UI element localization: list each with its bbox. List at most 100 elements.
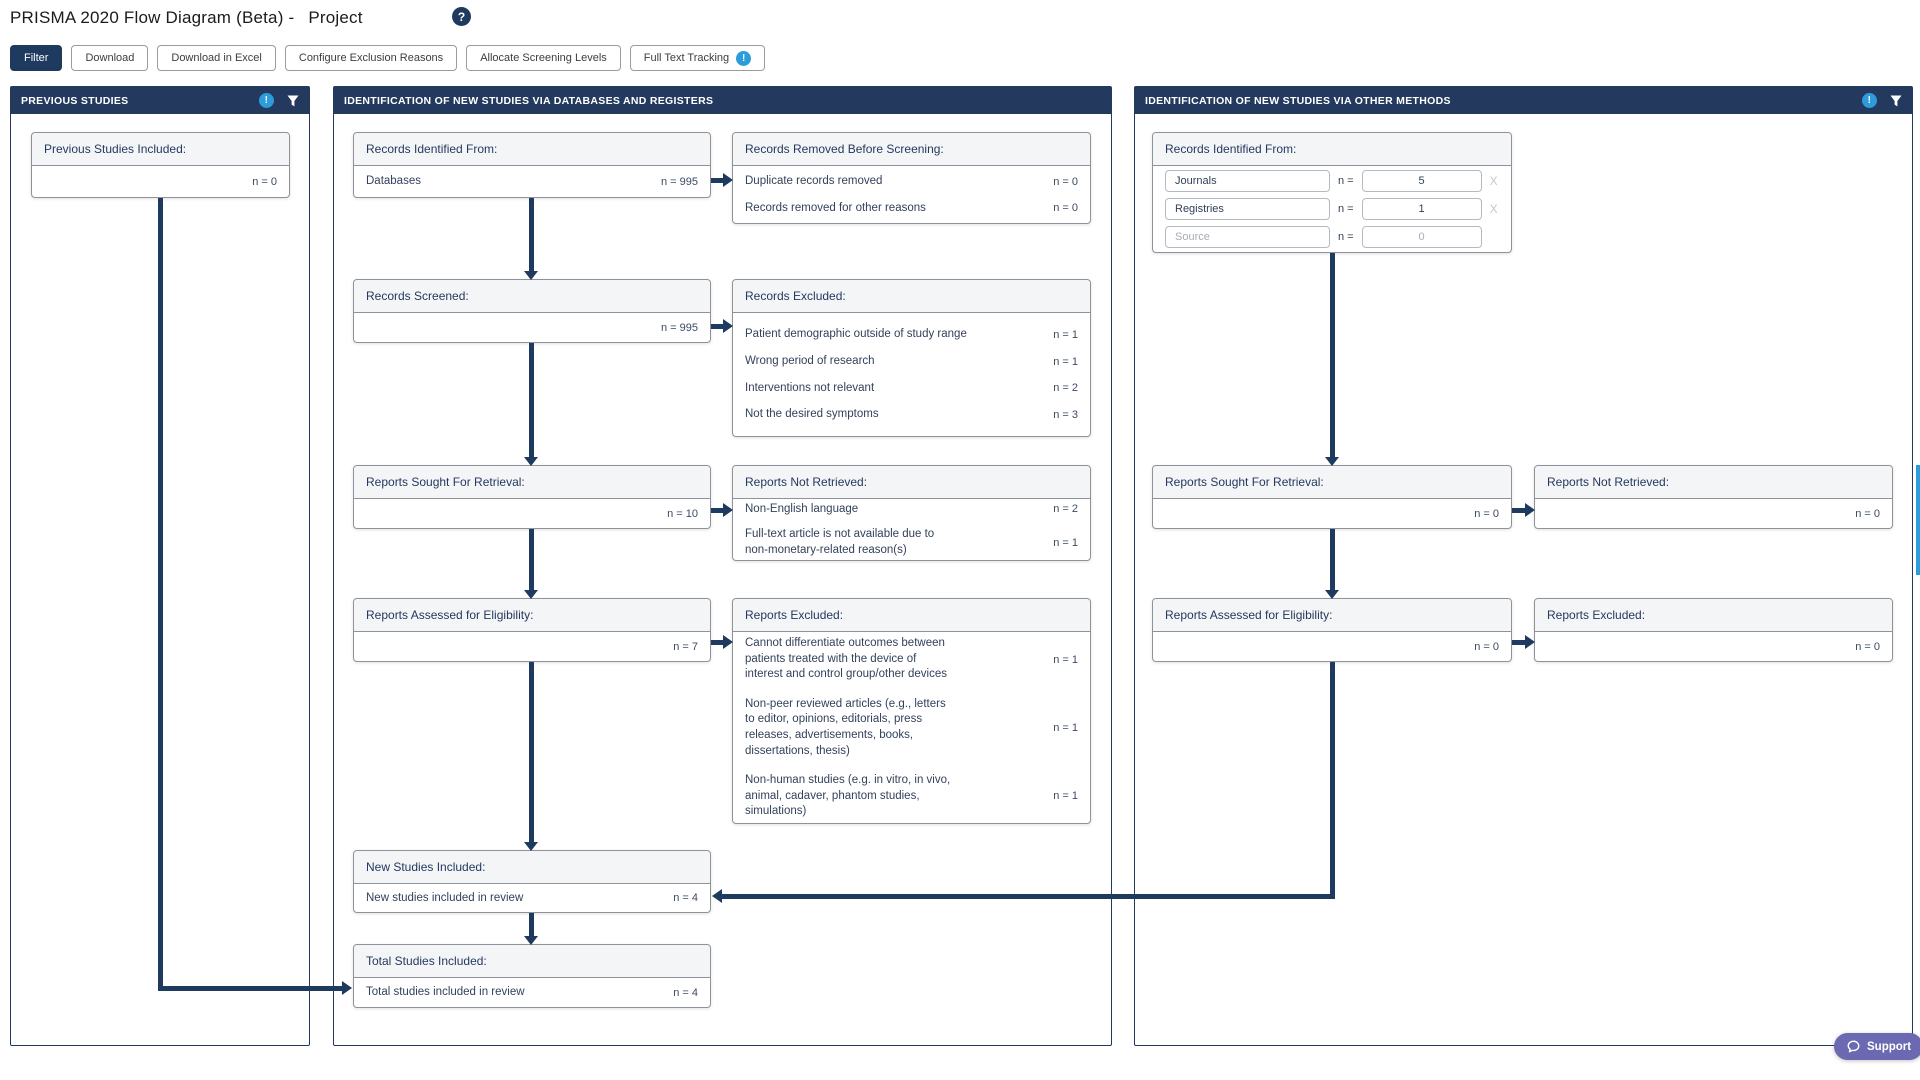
arrow-head-icon — [723, 635, 733, 649]
box-title: Reports Assessed for Eligibility: — [1153, 599, 1511, 632]
arrow-head-icon — [524, 457, 538, 466]
box-other-reports-not-retrieved: Reports Not Retrieved: n = 0 — [1534, 465, 1893, 529]
support-label: Support — [1867, 1040, 1912, 1053]
source-count-input[interactable] — [1361, 226, 1482, 248]
page-title-text: PRISMA 2020 Flow Diagram (Beta) - — [10, 8, 295, 27]
panel-previous-studies-title: PREVIOUS STUDIES — [21, 94, 129, 107]
arrow-head-icon — [342, 981, 352, 995]
box-other-reports-excluded: Reports Excluded: n = 0 — [1534, 598, 1893, 662]
source-count-input[interactable] — [1361, 198, 1482, 220]
source-count-input[interactable] — [1361, 170, 1482, 192]
n-value: n = 7 — [673, 641, 698, 653]
n-value: n = 0 — [1053, 202, 1078, 215]
n-value: n = 995 — [660, 175, 698, 188]
page-title: PRISMA 2020 Flow Diagram (Beta) - Project — [10, 8, 363, 28]
support-button[interactable]: Support — [1834, 1033, 1920, 1060]
n-value: n = 1 — [1053, 790, 1078, 803]
arrow-head-icon — [712, 889, 722, 903]
box-records-screened: Records Screened: n = 995 — [353, 279, 711, 343]
filter-button[interactable]: Filter — [10, 45, 63, 71]
flow-arrow — [1512, 640, 1526, 645]
n-value: n = 1 — [1053, 653, 1078, 666]
arrow-head-icon — [524, 271, 538, 280]
arrow-head-icon — [723, 503, 733, 517]
n-value: n = 0 — [1474, 641, 1499, 653]
box-other-reports-assessed: Reports Assessed for Eligibility: n = 0 — [1152, 598, 1512, 662]
box-title: Records Removed Before Screening: — [733, 133, 1090, 166]
download-excel-button[interactable]: Download in Excel — [157, 45, 276, 71]
box-records-identified-from: Records Identified From: Databases n = 9… — [353, 132, 711, 198]
flow-arrow — [1330, 529, 1335, 591]
flow-connector — [722, 894, 1335, 899]
arrow-head-icon — [723, 173, 733, 187]
n-value: n = 3 — [1053, 408, 1078, 421]
panel-header-icons: ! — [259, 93, 299, 108]
box-title: Reports Not Retrieved: — [1535, 466, 1892, 499]
n-value: n = 2 — [1053, 503, 1078, 516]
configure-exclusion-reasons-button[interactable]: Configure Exclusion Reasons — [284, 45, 458, 71]
source-name-input[interactable] — [1165, 226, 1330, 248]
source-row: n = X — [1165, 198, 1499, 220]
box-total-studies-included: Total Studies Included: Total studies in… — [353, 944, 711, 1008]
arrow-head-icon — [524, 590, 538, 599]
row-label: Total studies included in review — [366, 986, 525, 999]
flow-connector — [1330, 662, 1335, 899]
box-new-studies-included: New Studies Included: New studies includ… — [353, 850, 711, 913]
help-icon[interactable]: ? — [452, 7, 471, 26]
row-label: Non-human studies (e.g. in vitro, in viv… — [745, 774, 951, 818]
source-name-input[interactable] — [1165, 170, 1330, 192]
panel-other-methods-title: IDENTIFICATION OF NEW STUDIES VIA OTHER … — [1145, 94, 1451, 107]
flow-connector — [158, 986, 343, 991]
download-button[interactable]: Download — [71, 45, 149, 71]
box-records-excluded: Records Excluded: Patient demographic ou… — [732, 279, 1091, 437]
alert-badge-icon: ! — [736, 50, 752, 66]
n-value: n = 0 — [1855, 641, 1880, 653]
row-label: Duplicate records removed — [745, 174, 883, 187]
source-name-input[interactable] — [1165, 198, 1330, 220]
allocate-screening-levels-button[interactable]: Allocate Screening Levels — [466, 45, 621, 71]
row-label: Records removed for other reasons — [745, 201, 926, 214]
chat-bubble-icon — [1846, 1039, 1861, 1054]
row-label: Non-English language — [745, 502, 859, 515]
info-icon[interactable]: ! — [259, 93, 274, 108]
box-reports-sought-retrieval: Reports Sought For Retrieval: n = 10 — [353, 465, 711, 529]
info-icon[interactable]: ! — [1862, 93, 1877, 108]
arrow-head-icon — [524, 842, 538, 851]
panel-databases-registers-header: IDENTIFICATION OF NEW STUDIES VIA DATABA… — [334, 87, 1111, 114]
n-value: n = 0 — [1855, 508, 1880, 520]
panel-previous-studies-header: PREVIOUS STUDIES ! — [11, 87, 309, 114]
vertical-scrollbar[interactable] — [1916, 465, 1920, 575]
box-title: Records Excluded: — [733, 280, 1090, 313]
box-other-reports-sought: Reports Sought For Retrieval: n = 0 — [1152, 465, 1512, 529]
toolbar: Filter Download Download in Excel Config… — [10, 45, 766, 71]
flow-arrow — [529, 343, 534, 458]
box-title: Previous Studies Included: — [32, 133, 289, 166]
n-value: n = 1 — [1053, 722, 1078, 734]
flow-arrow — [529, 913, 534, 937]
full-text-tracking-button[interactable]: Full Text Tracking ! — [629, 45, 766, 71]
row-label: Wrong period of research — [745, 354, 875, 367]
box-title: Reports Assessed for Eligibility: — [354, 599, 710, 632]
source-row: n = — [1165, 226, 1499, 248]
n-value: n = 0 — [1053, 175, 1078, 188]
n-equals-label: n = — [1338, 231, 1354, 243]
panel-databases-registers-title: IDENTIFICATION OF NEW STUDIES VIA DATABA… — [344, 94, 714, 107]
box-title: Reports Excluded: — [1535, 599, 1892, 632]
n-value: n = 4 — [673, 986, 698, 999]
remove-source-button[interactable]: X — [1490, 202, 1498, 216]
arrow-head-icon — [1325, 457, 1339, 466]
n-equals-label: n = — [1338, 203, 1354, 215]
box-title: Reports Not Retrieved: — [733, 466, 1090, 499]
box-title: Records Identified From: — [1153, 133, 1511, 166]
box-reports-excluded: Reports Excluded: Cannot differentiate o… — [732, 598, 1091, 824]
remove-source-button[interactable]: X — [1490, 174, 1498, 188]
filter-icon[interactable] — [287, 95, 299, 107]
row-label: Full-text article is not available due t… — [745, 528, 935, 556]
row-label: Interventions not relevant — [745, 381, 875, 394]
flow-connector — [158, 198, 163, 991]
n-value: n = 1 — [1053, 355, 1078, 368]
panel-other-methods-header: IDENTIFICATION OF NEW STUDIES VIA OTHER … — [1135, 87, 1912, 114]
filter-icon[interactable] — [1890, 95, 1902, 107]
flow-arrow — [529, 662, 534, 843]
full-text-tracking-label: Full Text Tracking — [643, 52, 730, 64]
